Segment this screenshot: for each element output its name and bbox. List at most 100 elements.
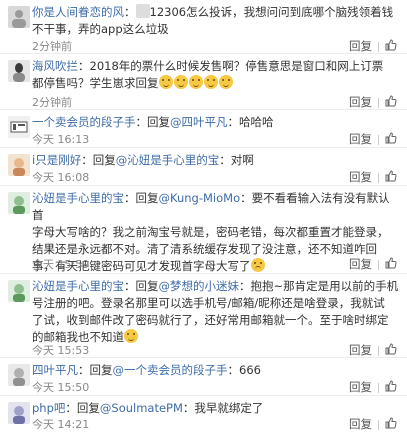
- avatar[interactable]: [8, 280, 30, 302]
- comment-prefix: ：2018年的票什么时候发售啊？停售意思是窗口和网上订票: [78, 59, 384, 73]
- reply-button[interactable]: 回复: [349, 342, 372, 358]
- avatar[interactable]: [8, 402, 30, 424]
- comment-body: 你是人间眷恋的风： 12306怎么投诉，我想问问到底哪个脑残领着钱 不干事，弄的a…: [32, 4, 399, 38]
- avatar[interactable]: [8, 6, 30, 28]
- username-link[interactable]: php吧: [32, 401, 65, 415]
- mention-link[interactable]: @Kung-MioMo: [159, 191, 241, 205]
- smile-emoji-icon: [158, 75, 173, 89]
- avatar[interactable]: [8, 192, 30, 214]
- thumbs-up-icon: [385, 132, 397, 144]
- mention-link[interactable]: @SoulmatePM: [100, 401, 183, 415]
- reply-button[interactable]: 回复: [349, 38, 372, 54]
- comment-actions: 回复: [349, 379, 397, 395]
- divider: [378, 172, 379, 183]
- reply-button[interactable]: 回复: [349, 379, 372, 395]
- comment-text-line: ：666: [227, 363, 261, 377]
- divider: [378, 382, 379, 393]
- comment-item: 沁妞是手心里的宝：回复@梦想的小迷妹：抱抱~那肯定是用以前的手机 号注册的吧。登…: [0, 274, 407, 358]
- like-button[interactable]: [385, 343, 397, 357]
- comment-text-line: 了试，收到邮件改了密码就行了，还好常用邮箱就一个。至于啥时绑定: [32, 313, 389, 327]
- avatar[interactable]: [8, 154, 30, 176]
- username-link[interactable]: 海风吹拦: [32, 59, 78, 73]
- mention-link[interactable]: @四叶平凡: [170, 115, 228, 129]
- comment-body: 沁妞是手心里的宝：回复@梦想的小迷妹：抱抱~那肯定是用以前的手机 号注册的吧。登…: [32, 278, 399, 346]
- comment-time: 2分钟前: [32, 40, 72, 53]
- comment-time: 今天 15:53: [32, 344, 90, 357]
- username-link[interactable]: 一个卖会员的段子手: [32, 115, 136, 129]
- comment-text-line: ：对啊: [219, 153, 254, 167]
- comment-item: 沁妞是手心里的宝：回复@Kung-MioMo：要不看看输入法有没有默认首 字母大…: [0, 186, 407, 274]
- avatar[interactable]: [8, 60, 30, 82]
- comment-prefix: ：: [124, 5, 136, 19]
- comment-prefix: ：回复: [124, 279, 159, 293]
- username-link[interactable]: 四叶平凡: [32, 363, 78, 377]
- laugh-emoji-icon: [124, 329, 138, 343]
- divider: [378, 345, 379, 356]
- comment-text-line: ：我早就绑定了: [182, 401, 264, 415]
- reply-button[interactable]: 回复: [349, 416, 372, 432]
- like-button[interactable]: [385, 39, 397, 53]
- thumbs-up-icon: [385, 39, 397, 51]
- comment-prefix: ：回复: [78, 363, 113, 377]
- comment-text-line: 12306怎么投诉，我想问问到底哪个脑残领着钱: [149, 5, 394, 19]
- emoji-icon: [135, 4, 150, 18]
- comment-time: 2分钟前: [32, 96, 72, 109]
- comment-actions: 回复: [349, 94, 397, 110]
- comment-time: 今天 15:59: [32, 258, 90, 271]
- comment-text-line: 字母大写啥的？我之前淘宝号就是，密码老错，每次都重置才能登录，: [32, 225, 389, 239]
- username-link[interactable]: i只是刚好: [32, 153, 81, 167]
- mention-link[interactable]: @梦想的小迷妹: [159, 279, 240, 293]
- username-link[interactable]: 沁妞是手心里的宝: [32, 191, 124, 205]
- divider: [378, 259, 379, 270]
- comment-body: i只是刚好：回复@沁妞是手心里的宝：对啊: [32, 152, 399, 169]
- comment-body: 海风吹拦：2018年的票什么时候发售啊？停售意思是窗口和网上订票 都停售吗？学生…: [32, 58, 399, 92]
- comment-item: 海风吹拦：2018年的票什么时候发售啊？停售意思是窗口和网上订票 都停售吗？学生…: [0, 54, 407, 110]
- reply-button[interactable]: 回复: [349, 94, 372, 110]
- thumbs-up-icon: [385, 417, 397, 429]
- comment-item: php吧：回复@SoulmatePM：我早就绑定了 今天 14:21 回复: [0, 396, 407, 432]
- reply-button[interactable]: 回复: [349, 256, 372, 272]
- comment-body: 一个卖会员的段子手：回复@四叶平凡：哈哈哈: [32, 114, 399, 131]
- comment-prefix: ：回复: [81, 153, 116, 167]
- thumbs-up-icon: [385, 257, 397, 269]
- comment-text-line: 都停售吗？学生崽求回复: [32, 76, 159, 90]
- reply-button[interactable]: 回复: [349, 131, 372, 147]
- comment-actions: 回复: [349, 416, 397, 432]
- like-button[interactable]: [385, 170, 397, 184]
- reply-button[interactable]: 回复: [349, 169, 372, 185]
- smile-emoji-icon: [203, 75, 218, 89]
- comment-time: 今天 16:08: [32, 171, 90, 184]
- mention-link[interactable]: @一个卖会员的段子手: [113, 363, 228, 377]
- comment-actions: 回复: [349, 131, 397, 147]
- comment-text-line: ：哈哈哈: [227, 115, 274, 129]
- comment-body: php吧：回复@SoulmatePM：我早就绑定了: [32, 400, 399, 417]
- comment-item: 你是人间眷恋的风： 12306怎么投诉，我想问问到底哪个脑残领着钱 不干事，弄的a…: [0, 0, 407, 54]
- comment-time: 今天 14:21: [32, 418, 90, 431]
- mention-link[interactable]: @沁妞是手心里的宝: [116, 153, 220, 167]
- like-button[interactable]: [385, 380, 397, 394]
- comment-text-line: 号注册的吧。登录名那里可以选手机号/邮箱/昵称还是啥登录，我就试: [32, 296, 385, 310]
- comment-prefix: ：回复: [65, 401, 100, 415]
- avatar[interactable]: [8, 364, 30, 386]
- like-button[interactable]: [385, 257, 397, 271]
- comment-actions: 回复: [349, 169, 397, 185]
- comment-time: 今天 16:13: [32, 133, 90, 146]
- avatar[interactable]: [8, 116, 30, 138]
- divider: [378, 419, 379, 430]
- like-button[interactable]: [385, 417, 397, 431]
- divider: [378, 97, 379, 108]
- smile-emoji-icon: [173, 75, 188, 89]
- comment-item: i只是刚好：回复@沁妞是手心里的宝：对啊 今天 16:08 回复: [0, 148, 407, 186]
- comment-actions: 回复: [349, 342, 397, 358]
- comment-prefix: ：回复: [135, 115, 171, 129]
- comment-prefix: ：回复: [124, 191, 159, 205]
- username-link[interactable]: 沁妞是手心里的宝: [32, 279, 124, 293]
- username-link[interactable]: 你是人间眷恋的风: [32, 5, 124, 19]
- comment-body: 四叶平凡：回复@一个卖会员的段子手：666: [32, 362, 399, 379]
- like-button[interactable]: [385, 95, 397, 109]
- smile-emoji-icon: [218, 75, 233, 89]
- smile-emoji-icon: [188, 75, 203, 89]
- embarrassed-emoji-icon: [250, 258, 265, 272]
- like-button[interactable]: [385, 132, 397, 146]
- comment-item: 四叶平凡：回复@一个卖会员的段子手：666 今天 15:50 回复: [0, 358, 407, 396]
